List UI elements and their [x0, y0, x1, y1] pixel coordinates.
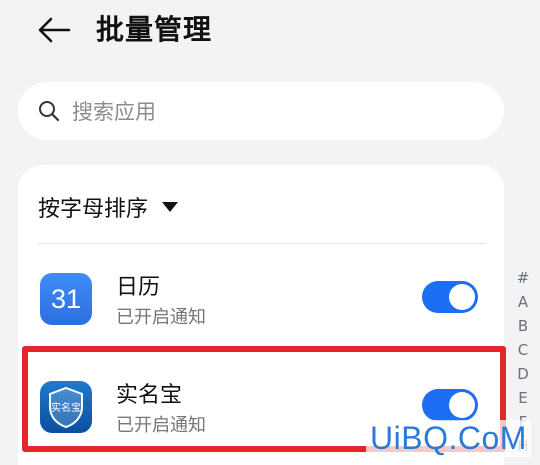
- search-placeholder: 搜索应用: [72, 100, 156, 124]
- watermark: UiBQ.CoM: [366, 420, 531, 457]
- index-letter[interactable]: A: [518, 290, 528, 314]
- caret-down-icon: [162, 202, 179, 212]
- calendar-icon-text: 31: [50, 283, 82, 314]
- search-icon: [38, 100, 60, 122]
- back-button[interactable]: [34, 10, 74, 50]
- search-input[interactable]: 搜索应用: [18, 82, 504, 140]
- arrow-left-icon: [38, 17, 71, 43]
- index-letter[interactable]: C: [518, 338, 528, 362]
- toggle-knob: [449, 284, 475, 310]
- calendar-icon: 31: [40, 273, 92, 325]
- page-title: 批量管理: [96, 13, 213, 46]
- batch-management-screen: 批量管理 搜索应用 按字母排序 31 日历 已开启通知 实名宝 实名宝 已开启通…: [0, 0, 540, 465]
- index-letter[interactable]: E: [518, 386, 527, 410]
- app-status: 已开启通知: [116, 307, 206, 328]
- divider: [38, 243, 486, 244]
- sort-label: 按字母排序: [38, 197, 149, 222]
- notification-toggle[interactable]: [422, 281, 478, 313]
- header: 批量管理: [0, 0, 540, 60]
- index-letter[interactable]: B: [518, 314, 528, 338]
- list-item-calendar[interactable]: 31 日历 已开启通知: [18, 247, 504, 351]
- sort-dropdown[interactable]: 按字母排序: [38, 191, 179, 223]
- index-letter[interactable]: D: [517, 362, 529, 386]
- app-name: 日历: [116, 275, 161, 300]
- index-letter[interactable]: #: [517, 266, 530, 290]
